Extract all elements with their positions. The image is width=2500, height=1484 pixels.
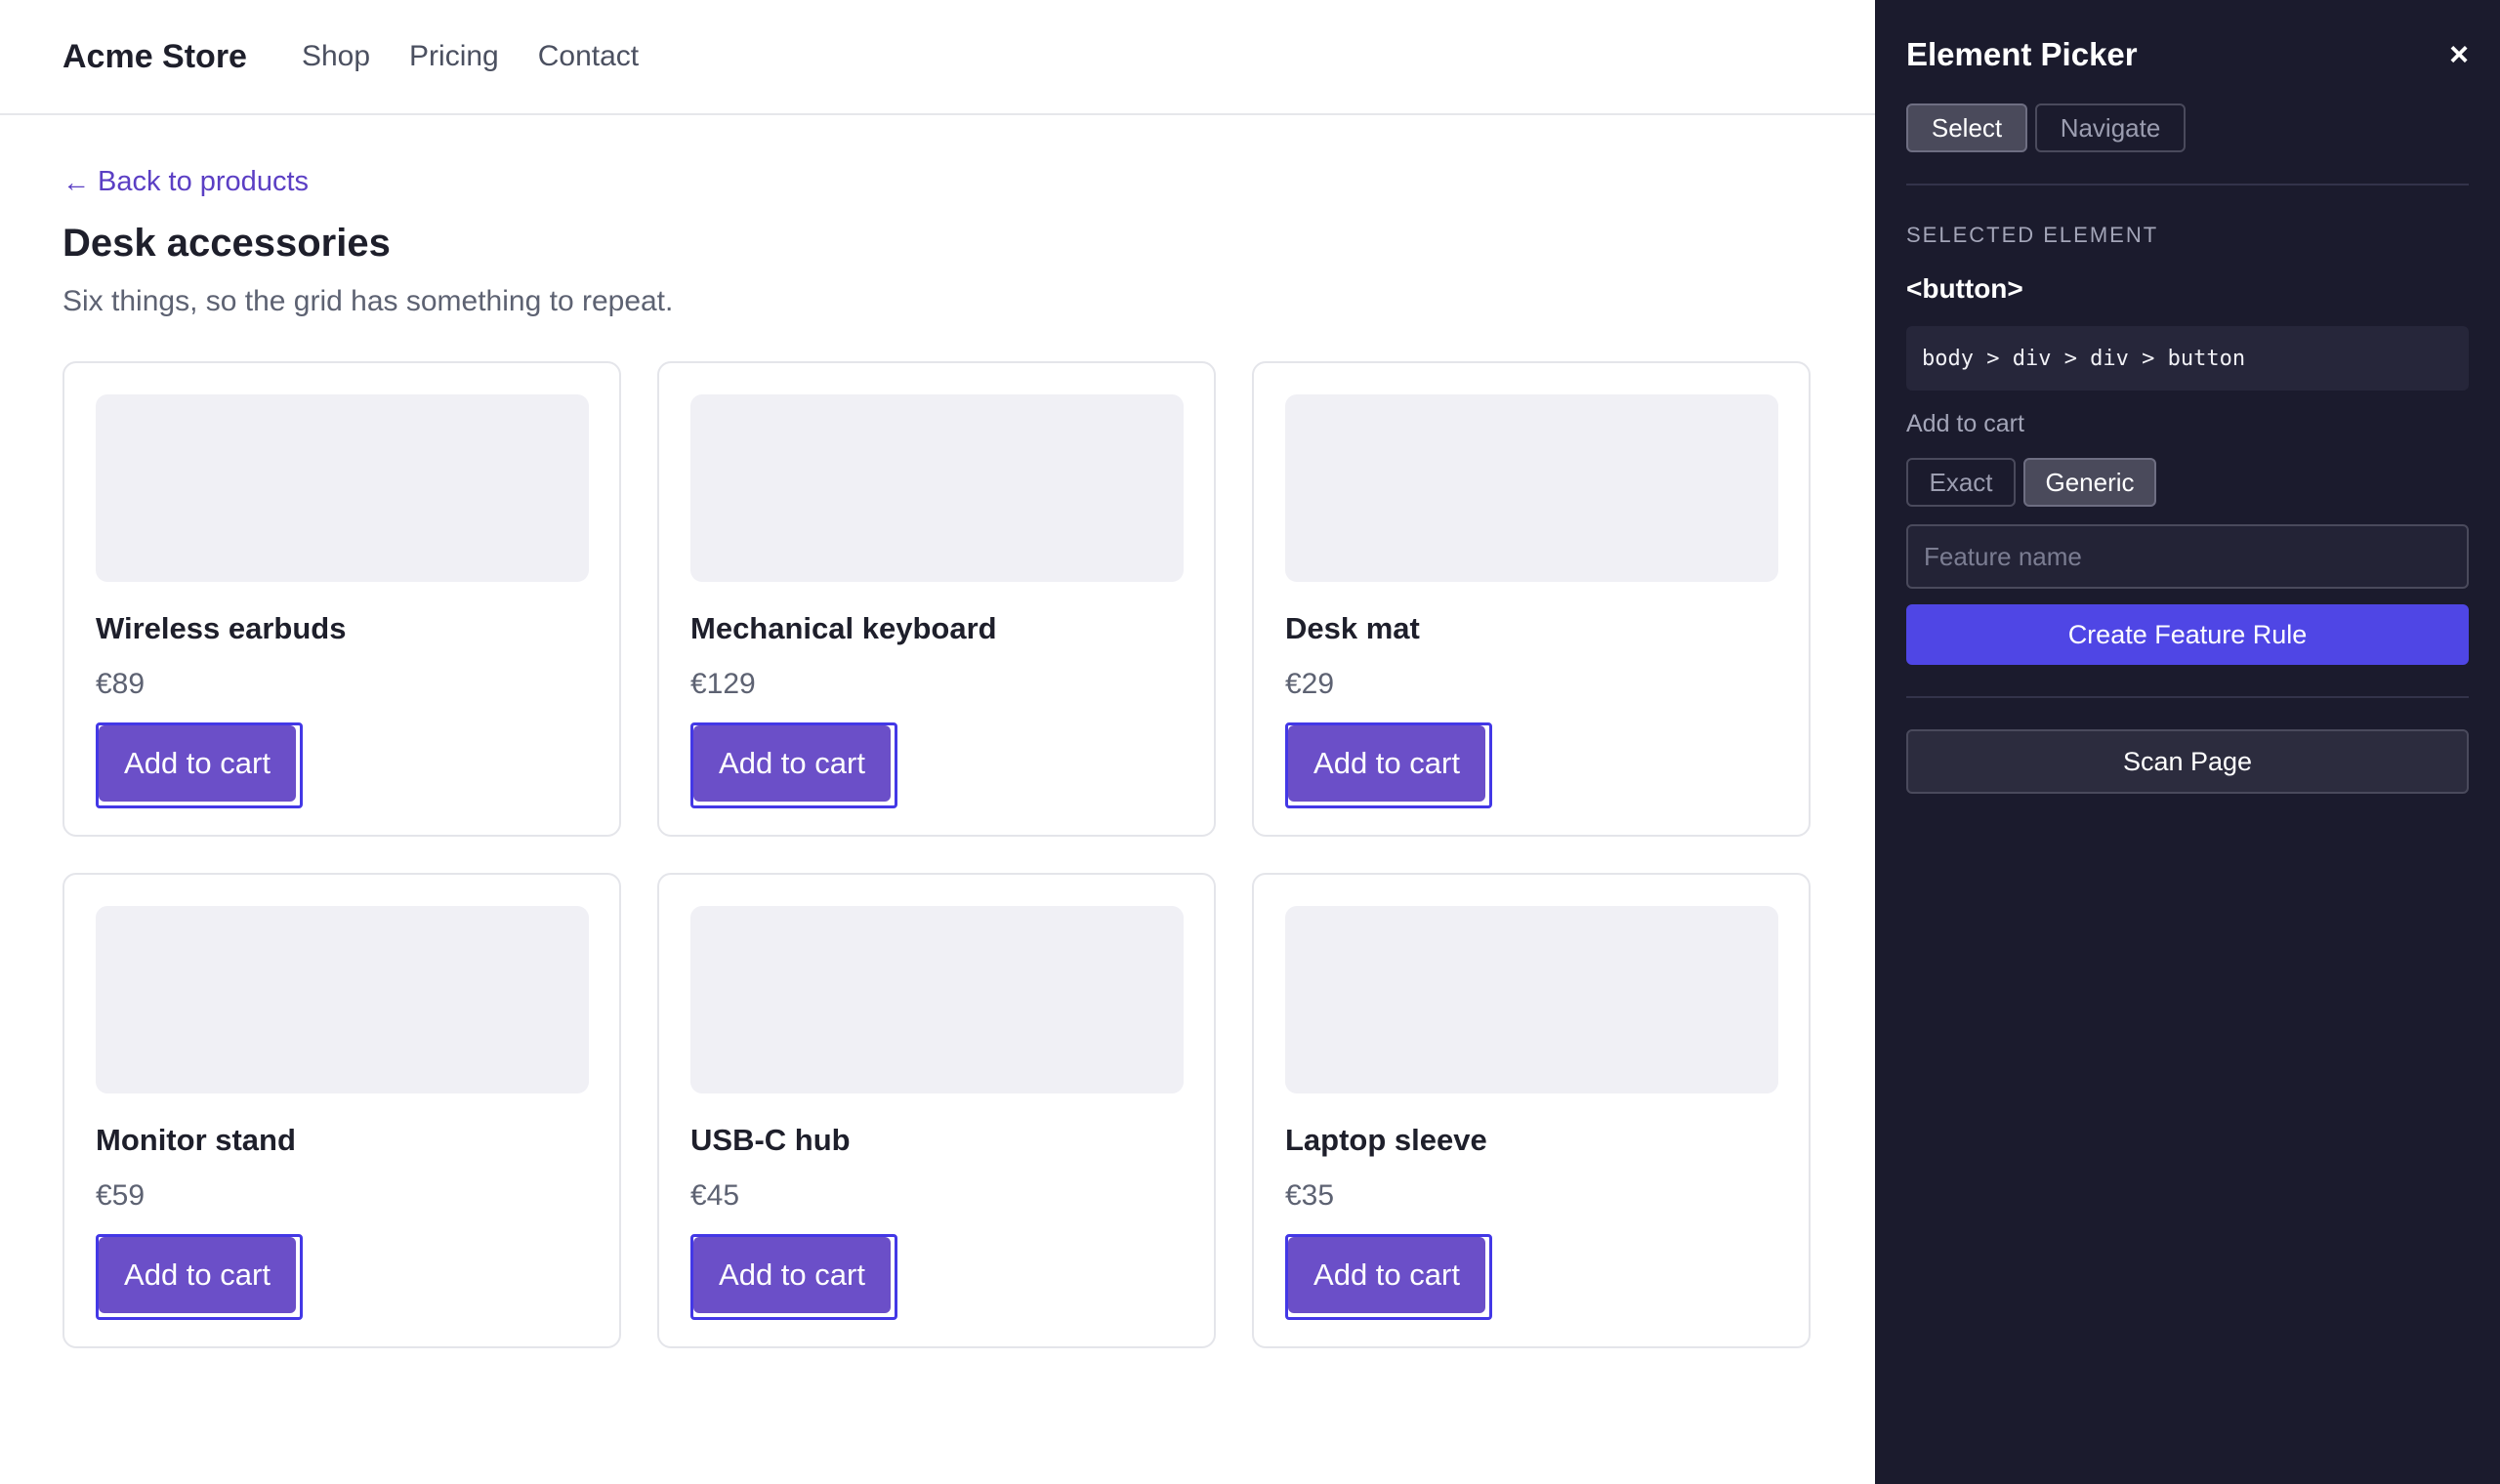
- add-to-cart-label: Add to cart: [99, 1237, 296, 1313]
- product-price: €45: [690, 1179, 740, 1212]
- product-price: €59: [96, 1179, 146, 1212]
- selected-element-text: Add to cart: [1906, 410, 2024, 437]
- product-image-placeholder: [1285, 394, 1778, 582]
- product-name: Desk mat: [1285, 611, 1420, 645]
- product-name: Wireless earbuds: [96, 611, 347, 645]
- product-price: €89: [96, 668, 146, 700]
- product-image-placeholder: [690, 394, 1184, 582]
- create-feature-rule-button[interactable]: Create Feature Rule: [1906, 604, 2469, 665]
- add-to-cart-label: Add to cart: [1288, 1237, 1485, 1313]
- add-to-cart-label: Add to cart: [99, 725, 296, 802]
- select-mode-button[interactable]: Select: [1906, 103, 2027, 152]
- app-root: Acme Store Shop Pricing Contact ← Back t…: [0, 0, 2500, 1484]
- selected-element-heading: SELECTED ELEMENT: [1906, 223, 2159, 247]
- add-to-cart-button[interactable]: Add to cart: [1285, 1234, 1492, 1320]
- store-page: Acme Store Shop Pricing Contact ← Back t…: [0, 0, 1875, 1484]
- add-to-cart-label: Add to cart: [693, 725, 891, 802]
- product-price: €35: [1285, 1179, 1335, 1212]
- divider: [1906, 696, 2469, 698]
- nav-link-shop[interactable]: Shop: [302, 40, 370, 73]
- scan-page-button[interactable]: Scan Page: [1906, 729, 2469, 794]
- back-link-label: Back to products: [98, 166, 309, 197]
- add-to-cart-label: Add to cart: [1288, 725, 1485, 802]
- exact-match-button[interactable]: Exact: [1906, 458, 2016, 507]
- close-icon[interactable]: ×: [2449, 36, 2469, 74]
- product-card: Laptop sleeve €35 Add to cart: [1252, 873, 1811, 1348]
- product-image-placeholder: [96, 906, 589, 1093]
- page-subtitle: Six things, so the grid has something to…: [62, 285, 674, 317]
- brand-logo[interactable]: Acme Store: [62, 38, 247, 76]
- product-image-placeholder: [1285, 906, 1778, 1093]
- match-mode-toggle: Exact Generic: [1906, 458, 2469, 507]
- product-grid: Wireless earbuds €89 Add to cart Mechani…: [62, 361, 1812, 1348]
- product-image-placeholder: [690, 906, 1184, 1093]
- navigate-mode-button[interactable]: Navigate: [2035, 103, 2186, 152]
- product-price: €129: [690, 668, 756, 700]
- add-to-cart-button[interactable]: Add to cart: [96, 1234, 303, 1320]
- product-card: Mechanical keyboard €129 Add to cart: [657, 361, 1216, 837]
- mode-toggle: Select Navigate: [1906, 103, 2469, 152]
- product-image-placeholder: [96, 394, 589, 582]
- page-title: Desk accessories: [62, 222, 391, 265]
- generic-match-button[interactable]: Generic: [2023, 458, 2156, 507]
- main-content: ← Back to products Desk accessories Six …: [0, 115, 1875, 1348]
- add-to-cart-button[interactable]: Add to cart: [690, 722, 897, 808]
- add-to-cart-label: Add to cart: [693, 1237, 891, 1313]
- element-picker-panel: Element Picker × Select Navigate SELECTE…: [1875, 0, 2500, 1484]
- nav-link-pricing[interactable]: Pricing: [409, 40, 499, 73]
- arrow-left-icon: ←: [62, 166, 90, 197]
- nav-link-contact[interactable]: Contact: [538, 40, 639, 73]
- product-price: €29: [1285, 668, 1335, 700]
- product-card: Desk mat €29 Add to cart: [1252, 361, 1811, 837]
- product-name: Laptop sleeve: [1285, 1123, 1487, 1157]
- selected-tag: <button>: [1906, 273, 2023, 304]
- add-to-cart-button[interactable]: Add to cart: [690, 1234, 897, 1320]
- product-name: Mechanical keyboard: [690, 611, 997, 645]
- product-card: USB-C hub €45 Add to cart: [657, 873, 1216, 1348]
- feature-name-input[interactable]: [1906, 524, 2469, 589]
- add-to-cart-button[interactable]: Add to cart: [1285, 722, 1492, 808]
- panel-title: Element Picker: [1906, 36, 2138, 72]
- top-navigation: Acme Store Shop Pricing Contact: [0, 0, 1875, 115]
- product-name: USB-C hub: [690, 1123, 851, 1157]
- product-card: Monitor stand €59 Add to cart: [62, 873, 621, 1348]
- css-selector-path: body > div > div > button: [1906, 326, 2469, 391]
- add-to-cart-button[interactable]: Add to cart: [96, 722, 303, 808]
- panel-header: Element Picker ×: [1906, 0, 2469, 109]
- product-name: Monitor stand: [96, 1123, 296, 1157]
- back-to-products-link[interactable]: ← Back to products: [62, 166, 1812, 198]
- divider: [1906, 184, 2469, 186]
- product-card: Wireless earbuds €89 Add to cart: [62, 361, 621, 837]
